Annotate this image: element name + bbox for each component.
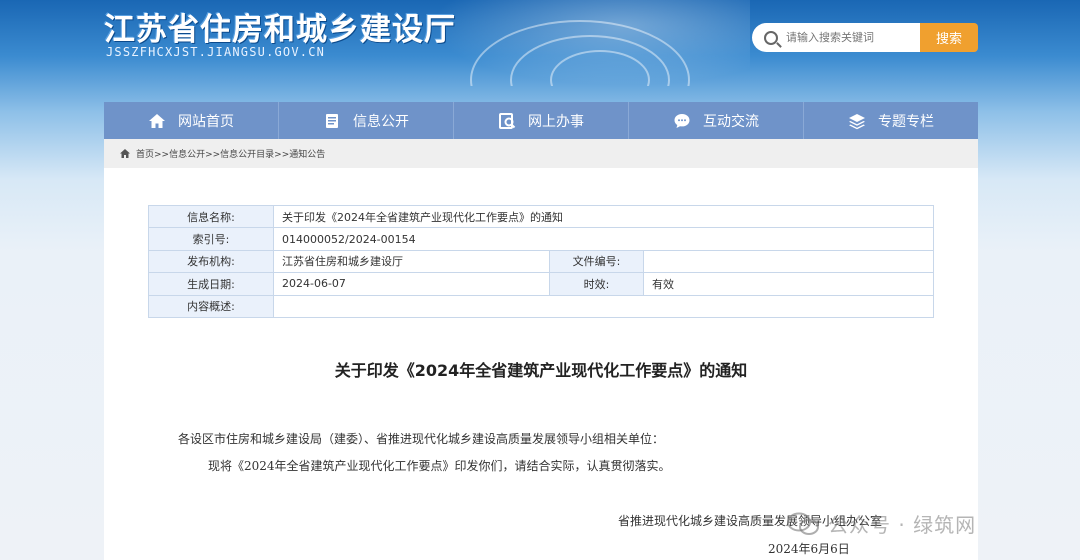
document-title: 关于印发《2024年全省建筑产业现代化工作要点》的通知 [334, 361, 748, 380]
nav-item-info-public[interactable]: 信息公开 [279, 102, 454, 139]
info-index-label: 索引号: [148, 227, 274, 251]
info-org-value: 江苏省住房和城乡建设厅 [273, 249, 550, 274]
watermark-text: 公众号 · 绿筑网 [828, 513, 977, 537]
home-icon [120, 149, 130, 158]
table-row: 索引号: 014000052/2024-00154 [148, 227, 934, 251]
table-row: 发布机构: 江苏省住房和城乡建设厅 文件编号: [148, 249, 934, 274]
info-date-label: 生成日期: [148, 272, 274, 296]
nav-item-interaction[interactable]: 互动交流 [629, 102, 804, 139]
header-architecture-illustration [430, 0, 750, 86]
document-date: 2024年6月6日 [768, 542, 850, 556]
document-icon [323, 112, 341, 130]
breadcrumb-text[interactable]: 首页>>信息公开>>信息公开目录>>通知公告 [136, 147, 325, 160]
main-nav: 网站首页 信息公开 网上办事 互动交流 专题专栏 [104, 102, 978, 139]
nav-item-special-topics[interactable]: 专题专栏 [804, 102, 978, 139]
site-title[interactable]: 江苏省住房和城乡建设厅 [104, 4, 456, 49]
search-icon [764, 30, 778, 45]
info-index-value: 014000052/2024-00154 [273, 227, 934, 251]
info-date-value: 2024-06-07 [273, 272, 550, 296]
info-validity-label: 时效: [549, 272, 644, 296]
document-body: 现将《2024年全省建筑产业现代化工作要点》印发你们，请结合实际，认真贯彻落实。 [208, 459, 671, 473]
info-docno-value [643, 249, 934, 274]
info-org-label: 发布机构: [148, 249, 274, 274]
info-summary-value [273, 294, 934, 318]
chat-icon [673, 112, 691, 130]
search-input[interactable] [786, 31, 906, 44]
home-icon [148, 112, 166, 130]
breadcrumb: 首页>>信息公开>>信息公开目录>>通知公告 [104, 139, 978, 168]
wechat-icon [786, 512, 820, 536]
nav-label: 信息公开 [353, 113, 409, 130]
table-row: 内容概述: [148, 294, 934, 318]
info-name-label: 信息名称: [148, 204, 274, 229]
nav-label: 互动交流 [703, 113, 759, 130]
nav-label: 网上办事 [528, 113, 584, 130]
layers-icon [848, 112, 866, 130]
nav-item-online-service[interactable]: 网上办事 [454, 102, 629, 139]
info-summary-label: 内容概述: [148, 294, 274, 318]
search-button[interactable]: 搜索 [920, 23, 978, 52]
nav-label: 网站首页 [178, 113, 234, 130]
info-name-value: 关于印发《2024年全省建筑产业现代化工作要点》的通知 [273, 204, 934, 229]
info-table: 信息名称: 关于印发《2024年全省建筑产业现代化工作要点》的通知 索引号: 0… [148, 204, 934, 318]
document-salutation: 各设区市住房和城乡建设局（建委）、省推进现代化城乡建设高质量发展领导小组相关单位… [178, 432, 665, 446]
service-icon [498, 112, 516, 130]
watermark: 公众号 · 绿筑网 [786, 509, 976, 538]
search-box [752, 23, 920, 52]
table-row: 生成日期: 2024-06-07 时效: 有效 [148, 272, 934, 296]
info-docno-label: 文件编号: [549, 249, 644, 274]
site-domain: JSSZFHCXJST.JIANGSU.GOV.CN [106, 45, 326, 59]
table-row: 信息名称: 关于印发《2024年全省建筑产业现代化工作要点》的通知 [148, 204, 934, 229]
nav-item-home[interactable]: 网站首页 [104, 102, 279, 139]
content-panel: 首页>>信息公开>>信息公开目录>>通知公告 信息名称: 关于印发《2024年全… [104, 139, 978, 560]
info-validity-value: 有效 [643, 272, 934, 296]
nav-label: 专题专栏 [878, 113, 934, 130]
